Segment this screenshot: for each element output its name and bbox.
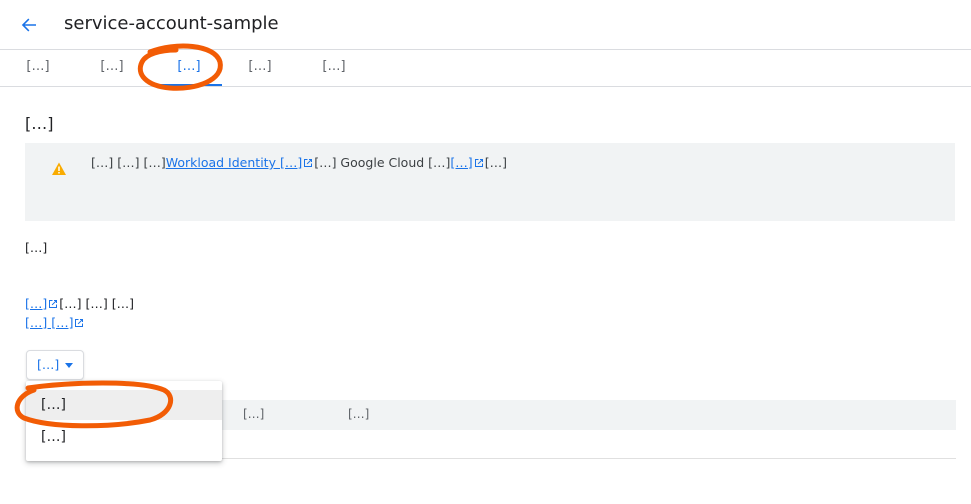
dropdown-caret-icon — [65, 362, 74, 368]
workload-identity-link[interactable]: Workload Identity […] — [166, 155, 302, 170]
key-description: […] — [25, 240, 48, 255]
column-created-date: […] — [243, 407, 265, 421]
column-expiration-date: […] — [348, 407, 370, 421]
warning-text-2: […] Google Cloud […] — [314, 155, 451, 170]
section-title: […] — [25, 114, 54, 133]
header-bar: service-account-sample — [0, 0, 971, 50]
warning-text: […] […] […]Workload Identity […] […] Goog… — [91, 153, 946, 173]
tab-metrics[interactable]: […] — [234, 50, 286, 86]
policy-text: […] […] […] — [59, 296, 134, 311]
tab-logs[interactable]: […] — [308, 50, 360, 86]
external-link-icon — [304, 159, 313, 167]
tab-details[interactable]: […] — [12, 50, 64, 86]
tab-keys[interactable]: […] — [156, 50, 222, 86]
tab-bar: […] […] […] […] […] — [0, 50, 971, 87]
details-link[interactable]: […] — [450, 155, 472, 170]
table-divider — [222, 458, 956, 459]
external-link-icon — [49, 300, 58, 308]
warning-text-1: […] […] […] — [91, 155, 166, 170]
back-arrow-icon — [21, 18, 36, 32]
policy-settings-link[interactable]: […] […] — [25, 315, 73, 330]
warning-text-3: […] — [484, 155, 507, 170]
external-link-icon — [474, 159, 483, 167]
menu-item-upload-key[interactable]: […] — [26, 422, 222, 452]
warning-icon — [52, 162, 66, 175]
keys-table-header: […] […] — [222, 400, 956, 430]
add-key-button[interactable]: […] — [26, 350, 85, 380]
warning-banner: […] […] […]Workload Identity […] […] Goog… — [25, 143, 955, 221]
add-key-label: […] — [37, 357, 60, 372]
external-link-icon — [75, 319, 84, 327]
menu-item-create-key[interactable]: […] — [26, 390, 222, 420]
back-button[interactable] — [16, 12, 42, 38]
add-key-menu: […] […] — [26, 381, 222, 461]
org-policy-link[interactable]: […] — [25, 296, 47, 311]
policy-info: […] […] […] […] […] […] — [25, 294, 725, 332]
page-title: service-account-sample — [64, 13, 279, 34]
tab-permissions[interactable]: […] — [86, 50, 138, 86]
